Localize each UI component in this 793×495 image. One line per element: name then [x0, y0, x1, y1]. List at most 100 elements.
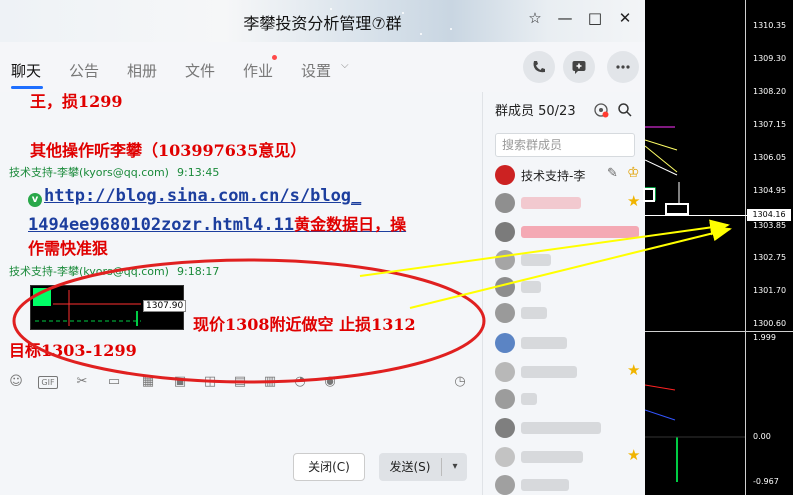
- close-window-button[interactable]: ✕: [613, 8, 637, 28]
- calendar-icon[interactable]: ▥: [262, 374, 278, 390]
- member-item[interactable]: [495, 417, 645, 439]
- verified-badge-icon: v: [28, 193, 42, 207]
- price-tick: 1303.85: [753, 221, 787, 230]
- screenshot-icon[interactable]: ▦: [140, 374, 156, 390]
- tab-chat[interactable]: 聊天: [11, 60, 41, 81]
- message-text: 作需快准狠: [28, 239, 109, 258]
- tab-files[interactable]: 文件: [185, 60, 215, 81]
- indicator-tick: 0.00: [753, 432, 771, 441]
- title-bar[interactable]: 李攀投资分析管理⑦群 ☆ — □ ✕: [0, 0, 645, 42]
- candle: [665, 203, 689, 215]
- bell-icon[interactable]: ◔: [292, 374, 308, 390]
- add-app-button[interactable]: [563, 51, 595, 83]
- member-item[interactable]: [495, 388, 645, 410]
- avatar: [495, 362, 515, 382]
- indicator-tick: -0.967: [753, 477, 779, 486]
- thumbnail-price-label: 1307.90: [143, 300, 187, 312]
- image-icon[interactable]: ▣: [172, 374, 188, 390]
- close-chat-button[interactable]: 关闭(C): [293, 453, 365, 481]
- blog-link-text[interactable]: 1494ee9680102zozr.html4.11: [28, 215, 294, 235]
- message-time: 9:18:17: [176, 265, 220, 278]
- scissors-icon[interactable]: ✂: [74, 374, 90, 390]
- candle: [643, 188, 655, 202]
- tab-album[interactable]: 相册: [127, 60, 157, 81]
- member-item[interactable]: ★: [495, 192, 645, 214]
- blog-link-continued[interactable]: 1494ee9680102zozr.html4.11黄金数据日，操: [28, 211, 406, 235]
- price-tick: 1308.20: [753, 87, 787, 96]
- star-icon: ★: [627, 361, 641, 379]
- price-tick: 1304.95: [753, 186, 787, 195]
- price-tick: 1302.75: [753, 253, 787, 262]
- member-count-title: 群成员 50/23: [495, 104, 576, 119]
- message-list[interactable]: 王，损1299 其他操作听李攀（103997635意见） 技术支持-李攀(kyo…: [0, 92, 482, 362]
- message-sender: 技术支持-李攀(kyors@qq.com) 9:18:17: [9, 263, 219, 279]
- message-text: 其他操作听李攀（103997635意见）: [30, 141, 307, 160]
- phone-icon: [533, 61, 545, 73]
- price-tick: 1310.35: [753, 21, 787, 30]
- member-item[interactable]: [495, 474, 645, 495]
- gif-icon[interactable]: GIF: [38, 376, 58, 389]
- history-clock-icon[interactable]: ◷: [452, 374, 468, 390]
- member-search-input[interactable]: 搜索群成员: [495, 133, 635, 157]
- price-chart-graphic: [645, 126, 745, 482]
- chevron-down-icon[interactable]: ⌵: [341, 60, 349, 71]
- avatar: [495, 475, 515, 495]
- member-item[interactable]: [495, 276, 645, 298]
- price-tick: 1300.60: [753, 319, 787, 328]
- tab-homework[interactable]: 作业: [243, 60, 273, 81]
- gift-box-icon[interactable]: ◫: [202, 374, 218, 390]
- sender-name[interactable]: 技术支持-李攀(kyors@qq.com): [9, 265, 169, 278]
- member-name: 技术支持-李: [521, 169, 586, 183]
- tab-settings[interactable]: 设置: [301, 60, 331, 81]
- member-settings-icon[interactable]: [593, 102, 609, 118]
- red-packet-icon[interactable]: ▤: [232, 374, 248, 390]
- avatar: [495, 447, 515, 467]
- window-controls: ☆ — □ ✕: [523, 8, 637, 28]
- plus-chat-icon: [572, 61, 586, 74]
- send-options-chevron-icon[interactable]: ▾: [443, 453, 467, 481]
- avatar: [495, 303, 515, 323]
- folder-icon[interactable]: ▭: [106, 374, 122, 390]
- member-item[interactable]: [495, 302, 645, 324]
- send-button[interactable]: 发送(S) ▾: [379, 453, 467, 481]
- blog-link[interactable]: http://blog.sina.com.cn/s/blog_: [44, 186, 361, 206]
- message-text: 目标1303-1299: [9, 341, 137, 360]
- member-item[interactable]: [495, 249, 645, 271]
- chart-screenshot-thumbnail[interactable]: 1307.90: [30, 285, 187, 330]
- phone-call-button[interactable]: [523, 51, 555, 83]
- screen: 李攀投资分析管理⑦群 ☆ — □ ✕ 聊天 公告 相册 文件 作业 设置 ⌵ 王…: [0, 0, 793, 495]
- message-time: 9:13:45: [176, 166, 220, 179]
- composer-toolbar: ☺ GIF ✂ ▭ ▦ ▣ ◫ ▤ ▥ ◔ ◉ ◷: [0, 372, 482, 396]
- member-item[interactable]: [495, 332, 645, 354]
- message-text: 王，损1299: [30, 92, 123, 111]
- price-tick: 1301.70: [753, 286, 787, 295]
- message-text: 现价1308附近做空 止损1312: [193, 315, 416, 334]
- active-tab-indicator: [11, 86, 43, 89]
- sender-name[interactable]: 技术支持-李攀(kyors@qq.com): [9, 166, 169, 179]
- member-panel: 群成员 50/23 搜索群成员 技术支持-李 ✎ ♔ ★ ★ ★: [482, 92, 645, 495]
- indicator-tick: 1.999: [753, 333, 776, 342]
- more-options-button[interactable]: [607, 51, 639, 83]
- member-item[interactable]: [495, 221, 645, 243]
- microphone-icon[interactable]: ◉: [322, 374, 338, 390]
- avatar: [495, 250, 515, 270]
- member-item[interactable]: 技术支持-李 ✎ ♔: [495, 164, 645, 186]
- member-search-icon[interactable]: [617, 102, 633, 118]
- price-tick: 1309.30: [753, 54, 787, 63]
- message-text: 黄金数据日，操: [294, 215, 407, 234]
- star-icon: ★: [627, 192, 641, 210]
- price-tick: 1307.15: [753, 120, 787, 129]
- avatar: [495, 333, 515, 353]
- skin-icon[interactable]: ☆: [523, 8, 547, 28]
- tab-announcements[interactable]: 公告: [69, 60, 99, 81]
- emoji-icon[interactable]: ☺: [8, 374, 24, 390]
- trading-chart-panel[interactable]: 1310.35 1309.30 1308.20 1307.15 1306.05 …: [643, 0, 793, 495]
- edit-icon[interactable]: ✎: [607, 166, 618, 181]
- maximize-button[interactable]: □: [583, 8, 607, 28]
- send-label[interactable]: 发送(S): [379, 453, 441, 481]
- group-chat-window: 李攀投资分析管理⑦群 ☆ — □ ✕ 聊天 公告 相册 文件 作业 设置 ⌵ 王…: [0, 0, 645, 495]
- member-item[interactable]: ★: [495, 361, 645, 383]
- member-item[interactable]: ★: [495, 446, 645, 468]
- owner-icon: ♔: [627, 165, 640, 181]
- minimize-button[interactable]: —: [553, 8, 577, 28]
